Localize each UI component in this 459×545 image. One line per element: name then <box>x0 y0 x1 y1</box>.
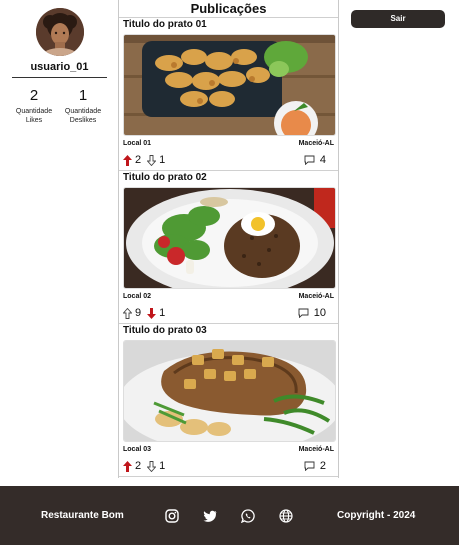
footer-brand: Restaurante Bom <box>41 510 124 521</box>
whatsapp-icon[interactable] <box>241 509 255 523</box>
arrow-down-outline-icon <box>147 154 157 166</box>
upvote-button[interactable]: 2 <box>123 460 141 472</box>
post-divider <box>119 476 338 477</box>
post-city: Maceió-AL <box>298 446 334 453</box>
instagram-icon[interactable] <box>165 509 179 523</box>
dislikes-label-line1: Quantidade <box>64 108 102 115</box>
vote-controls: 2 1 <box>123 459 171 473</box>
dislikes-label-line2: Deslikes <box>69 117 97 124</box>
upvote-count: 9 <box>135 307 142 319</box>
logout-button[interactable]: Sair <box>351 10 445 28</box>
comments-button[interactable]: 10 <box>298 306 326 320</box>
profile-divider <box>12 77 107 78</box>
arrow-up-filled-icon <box>123 460 132 472</box>
feed-title: Publicações <box>190 1 267 16</box>
likes-count: 2 <box>29 87 39 104</box>
vote-controls: 2 1 <box>123 153 171 167</box>
comment-count: 10 <box>313 307 326 319</box>
upvote-button[interactable]: 2 <box>123 154 141 166</box>
post-title: Titulo do prato 02 <box>123 172 207 183</box>
upvote-count: 2 <box>135 460 142 472</box>
footer: Restaurante Bom Copyright - 2024 <box>0 486 459 545</box>
arrow-up-filled-icon <box>123 154 132 166</box>
dislikes-count: 1 <box>78 87 88 104</box>
downvote-button[interactable]: 1 <box>147 460 165 472</box>
comment-icon <box>304 155 315 165</box>
arrow-up-outline-icon <box>123 307 132 319</box>
downvote-button[interactable]: 1 <box>147 307 165 319</box>
comment-icon <box>298 308 309 318</box>
post-title: Titulo do prato 01 <box>123 19 207 30</box>
post-title: Titulo do prato 03 <box>123 325 207 336</box>
comments-button[interactable]: 4 <box>304 153 326 167</box>
downvote-button[interactable]: 1 <box>147 154 165 166</box>
publications-feed: Publicações Titulo do prato 01 Local 01 … <box>118 0 339 478</box>
username: usuario_01 <box>30 61 89 73</box>
dislikes-stat: 1 Quantidade Deslikes <box>59 87 107 125</box>
comment-icon <box>304 461 315 471</box>
post-card: Titulo do prato 01 Local 01 Maceió-AL 2 … <box>119 18 338 171</box>
footer-copyright: Copyright - 2024 <box>337 510 416 521</box>
comment-count: 4 <box>319 154 326 166</box>
twitter-icon[interactable] <box>203 509 217 523</box>
likes-label-line2: Likes <box>25 117 43 124</box>
arrow-down-filled-icon <box>147 307 157 319</box>
post-location: Local 01 <box>123 140 152 147</box>
globe-icon[interactable] <box>279 509 293 523</box>
upvote-button[interactable]: 9 <box>123 307 141 319</box>
vote-controls: 9 1 <box>123 306 171 320</box>
downvote-count: 1 <box>159 307 166 319</box>
arrow-down-outline-icon <box>147 460 157 472</box>
post-card: Titulo do prato 03 Local 03 Maceió-AL 2 … <box>119 324 338 477</box>
likes-stat: 2 Quantidade Likes <box>10 87 58 125</box>
profile-photo <box>36 8 84 56</box>
avatar <box>36 8 84 56</box>
dish-image[interactable] <box>123 34 336 136</box>
dish-image[interactable] <box>123 340 336 442</box>
comments-button[interactable]: 2 <box>304 459 326 473</box>
comment-count: 2 <box>319 460 326 472</box>
upvote-count: 2 <box>135 154 142 166</box>
post-card: Titulo do prato 02 Local 02 Maceió-AL 9 … <box>119 171 338 324</box>
downvote-count: 1 <box>159 154 166 166</box>
post-city: Maceió-AL <box>298 293 334 300</box>
downvote-count: 1 <box>159 460 166 472</box>
post-location: Local 03 <box>123 446 152 453</box>
likes-label-line1: Quantidade <box>15 108 53 115</box>
post-city: Maceió-AL <box>298 140 334 147</box>
dish-image[interactable] <box>123 187 336 289</box>
post-location: Local 02 <box>123 293 152 300</box>
